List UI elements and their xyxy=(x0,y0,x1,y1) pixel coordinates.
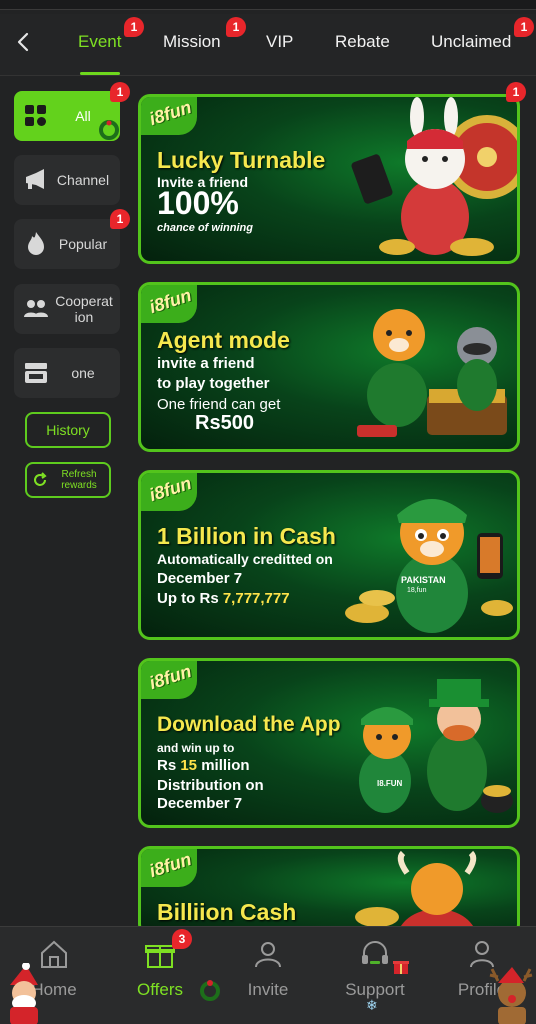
bunny-mascot-illustration xyxy=(351,97,517,256)
banner-line-suffix: million xyxy=(197,757,250,774)
banner-billion-cash[interactable]: i8fun 1 Billion in Cash Automatically cr… xyxy=(138,470,520,640)
tab-unclaimed[interactable]: Unclaimed xyxy=(431,32,511,52)
sidebar-item-one[interactable]: one xyxy=(14,348,120,398)
tiger-mascot-illustration xyxy=(345,499,513,633)
refresh-rewards-label: Refresh rewards xyxy=(61,469,97,491)
nav-label: Invite xyxy=(247,980,289,999)
banner-line-prefix: Rs xyxy=(157,757,181,774)
refresh-rewards-button[interactable]: Refresh rewards xyxy=(25,462,111,498)
sidebar-popular-badge: 1 xyxy=(110,209,130,229)
tab-event[interactable]: Event xyxy=(78,32,121,52)
sidebar-item-all[interactable]: All xyxy=(14,91,120,141)
banner-title: Agent mode xyxy=(157,327,290,353)
shirt-text: I8.FUN xyxy=(377,779,403,788)
nav-label: Offers xyxy=(137,980,183,999)
banner-highlight: 15 xyxy=(180,757,198,774)
handshake-icon xyxy=(24,300,48,317)
banner-lucky-turnable[interactable]: i8fun Lucky Turnable Invite a friend 100… xyxy=(138,94,520,264)
shirt-subtext: 18,fun xyxy=(407,587,427,594)
cashier-icon xyxy=(25,363,47,383)
category-sidebar: All 1 Channel Popular 1 Cooperation one … xyxy=(0,76,130,926)
sidebar-item-cooperation[interactable]: Cooperation xyxy=(14,284,120,334)
banner-download-app[interactable]: i8fun Download the App and win up to Rs … xyxy=(138,658,520,828)
gift-decoration-icon xyxy=(393,961,409,974)
banner-line: invite a friend xyxy=(157,355,255,372)
tiger-and-raccoon-illustration xyxy=(357,309,507,437)
banner-line: to play together xyxy=(157,375,270,392)
nav-invite[interactable]: Invite xyxy=(218,937,318,1000)
sidebar-item-label: Channel xyxy=(56,172,110,188)
banner-line: December 7 xyxy=(157,570,243,587)
banner-title: Download the App xyxy=(157,713,341,736)
sidebar-item-label: Cooperation xyxy=(55,293,113,325)
banner-highlight: 7,777,777 xyxy=(222,590,290,607)
banner-title: 1 Billion in Cash xyxy=(157,523,336,549)
banner-line: and win up to xyxy=(157,741,235,755)
sidebar-item-channel[interactable]: Channel xyxy=(14,155,120,205)
banner-badge: 1 xyxy=(506,82,526,102)
banner-highlight: Rs500 xyxy=(195,412,254,434)
tab-mission-badge: 1 xyxy=(226,17,246,37)
banner-agent-mode[interactable]: i8fun Agent mode invite a friend to play… xyxy=(138,282,520,452)
tiger-and-leprechaun-illustration xyxy=(359,679,513,813)
banner-line: chance of winning xyxy=(157,222,253,234)
sidebar-item-label: one xyxy=(71,365,95,381)
shirt-text: PAKISTAN xyxy=(401,575,446,585)
banner-line: Distribution on xyxy=(157,777,264,794)
nav-support[interactable]: Support xyxy=(325,937,425,1000)
people-icon xyxy=(255,942,281,968)
tab-event-badge: 1 xyxy=(124,17,144,37)
back-button[interactable] xyxy=(12,30,36,54)
sidebar-item-label: Popular xyxy=(58,236,108,252)
banner-line: Rs 15 million xyxy=(157,757,250,774)
nav-offers-badge: 3 xyxy=(172,929,192,949)
banner-highlight: 100% xyxy=(157,185,239,221)
santa-decoration-icon xyxy=(10,963,38,1024)
chevron-left-icon xyxy=(17,32,29,52)
headset-icon xyxy=(362,941,388,964)
bottom-navigation: Home Offers 3 Invite Support ❄ Profile xyxy=(0,926,536,1024)
tab-vip[interactable]: VIP xyxy=(266,32,293,52)
sidebar-item-popular[interactable]: Popular xyxy=(14,219,120,269)
banner-line: December 7 xyxy=(157,795,243,812)
reindeer-decoration-icon xyxy=(489,967,533,1024)
grid-icon xyxy=(25,105,46,126)
tab-rebate[interactable]: Rebate xyxy=(335,32,390,52)
status-strip xyxy=(0,0,536,10)
banner-title: Billiion Cash xyxy=(157,899,297,925)
nav-offers[interactable]: Offers xyxy=(110,937,210,1000)
banner-line-prefix: Up to Rs xyxy=(157,590,223,607)
tab-unclaimed-badge: 1 xyxy=(514,17,534,37)
banner-line: One friend can get xyxy=(157,396,281,413)
sidebar-all-badge: 1 xyxy=(110,82,130,102)
tab-mission[interactable]: Mission xyxy=(163,32,221,52)
top-tab-bar: Event 1 Mission 1 VIP Rebate Unclaimed 1 xyxy=(0,14,536,76)
wreath-icon xyxy=(99,120,119,140)
active-tab-indicator xyxy=(80,72,120,75)
snowflake-icon: ❄ xyxy=(366,997,378,1013)
banner-title: Lucky Turnable xyxy=(157,147,326,173)
bull-mascot-illustration xyxy=(355,850,477,933)
refresh-icon xyxy=(34,472,47,486)
banner-billiion-cash[interactable]: i8fun Billiion Cash xyxy=(138,846,520,936)
banner-line: Automatically creditted on xyxy=(157,551,333,567)
fire-icon xyxy=(28,232,44,255)
megaphone-icon xyxy=(26,169,44,189)
banner-line: Up to Rs 7,777,777 xyxy=(157,590,290,607)
history-button[interactable]: History xyxy=(25,412,111,448)
